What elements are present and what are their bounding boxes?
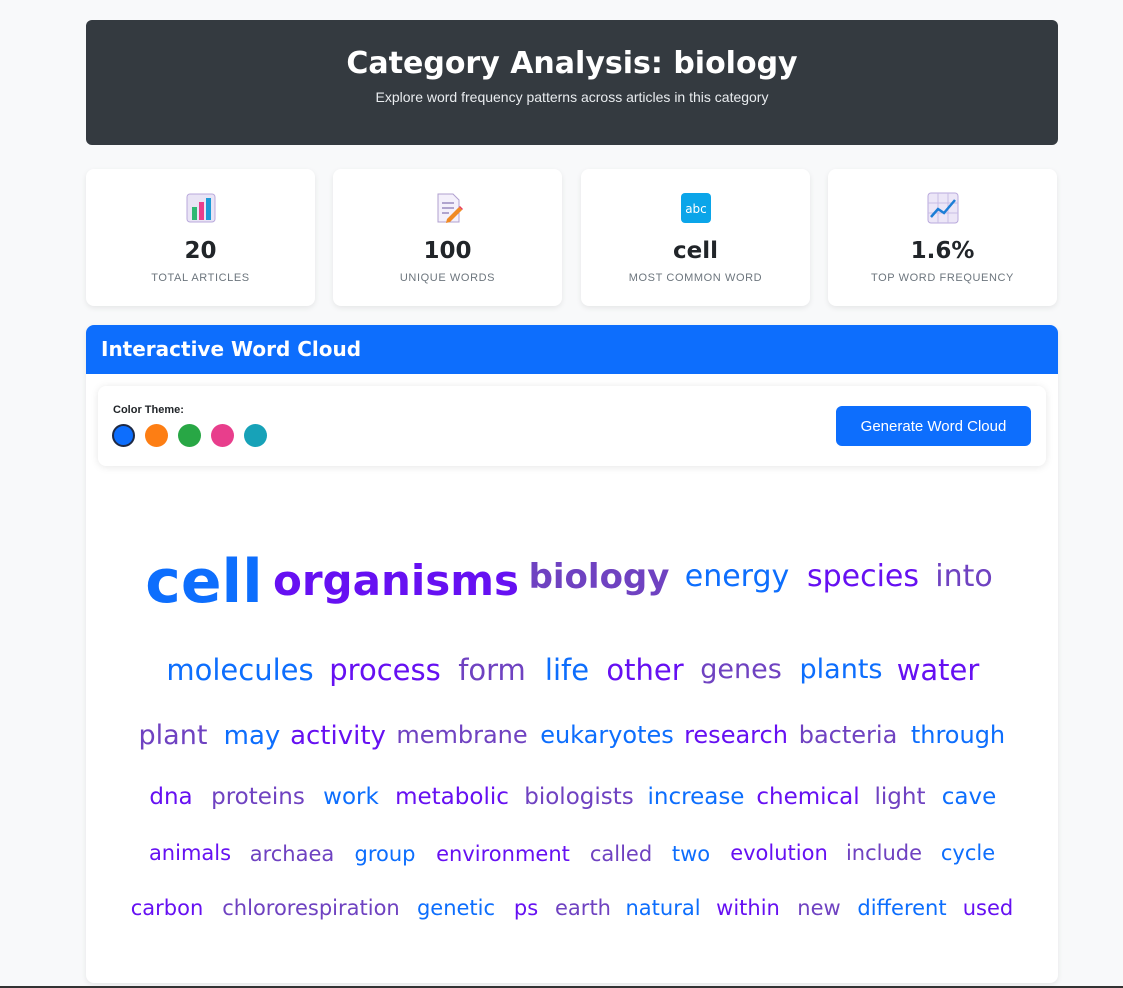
- cloud-word[interactable]: plants: [800, 656, 883, 683]
- cloud-word[interactable]: life: [545, 656, 589, 685]
- cloud-word[interactable]: energy: [685, 562, 790, 592]
- memo-icon: [437, 193, 463, 223]
- stat-card-unique-words: 100 Unique Words: [333, 169, 562, 306]
- cloud-word[interactable]: plant: [139, 722, 208, 749]
- stat-label: Total Articles: [151, 272, 250, 284]
- cloud-word[interactable]: water: [897, 656, 980, 685]
- stat-card-total-articles: 20 Total Articles: [86, 169, 315, 306]
- stat-label: Unique Words: [399, 272, 496, 284]
- word-cloud-card: Interactive Word Cloud Color Theme: Gene…: [86, 325, 1058, 983]
- cloud-word[interactable]: dna: [149, 786, 192, 809]
- stat-card-most-common-word: abc cell Most Common Word: [581, 169, 810, 306]
- cloud-word[interactable]: cell: [145, 552, 262, 612]
- stat-card-top-word-frequency: 1.6% Top Word Frequency: [828, 169, 1057, 306]
- stat-value: cell: [672, 238, 718, 264]
- cloud-word[interactable]: proteins: [211, 786, 305, 809]
- cloud-word[interactable]: membrane: [396, 723, 527, 747]
- cloud-word[interactable]: chemical: [756, 786, 859, 809]
- cloud-word[interactable]: new: [797, 898, 840, 919]
- cloud-word[interactable]: within: [716, 898, 780, 919]
- cloud-word[interactable]: genes: [700, 656, 782, 683]
- word-cloud: cell organisms biology energy species into mol…: [86, 325, 1058, 983]
- stat-value: 1.6%: [910, 238, 975, 264]
- cloud-word[interactable]: eukaryotes: [540, 723, 674, 747]
- cloud-word[interactable]: bacteria: [799, 723, 898, 747]
- cloud-word[interactable]: different: [857, 898, 946, 919]
- cloud-word[interactable]: evolution: [730, 843, 828, 864]
- cloud-word[interactable]: earth: [555, 898, 611, 919]
- cloud-word[interactable]: into: [935, 562, 992, 592]
- stat-label: Most Common Word: [628, 272, 763, 284]
- svg-text:abc: abc: [685, 202, 707, 216]
- cloud-word[interactable]: research: [684, 723, 788, 747]
- cloud-word[interactable]: biologists: [524, 786, 634, 809]
- cloud-word[interactable]: may: [224, 723, 281, 749]
- cloud-word[interactable]: activity: [290, 723, 386, 749]
- cloud-word[interactable]: chlororespiration: [222, 898, 400, 919]
- cloud-word[interactable]: work: [323, 786, 379, 809]
- stat-value: 100: [423, 238, 472, 264]
- bar-chart-icon: [186, 193, 215, 223]
- page-title: Category Analysis: biology: [346, 46, 798, 81]
- cloud-word[interactable]: cave: [942, 786, 997, 809]
- cloud-word[interactable]: light: [875, 786, 926, 809]
- cloud-word[interactable]: genetic: [417, 898, 495, 919]
- cloud-word[interactable]: used: [963, 898, 1014, 919]
- cloud-word[interactable]: process: [329, 656, 440, 685]
- cloud-word[interactable]: increase: [648, 786, 745, 809]
- stat-value: 20: [184, 238, 217, 264]
- cloud-word[interactable]: natural: [625, 898, 700, 919]
- abc-icon: abc: [680, 193, 711, 223]
- cloud-word[interactable]: biology: [529, 560, 670, 594]
- cloud-word[interactable]: cycle: [941, 843, 995, 864]
- cloud-word[interactable]: archaea: [250, 844, 335, 865]
- page-header: Category Analysis: biology Explore word …: [86, 20, 1058, 145]
- trend-chart-icon: [927, 192, 958, 224]
- stat-label: Top Word Frequency: [870, 272, 1014, 284]
- cloud-word[interactable]: environment: [436, 844, 570, 865]
- cloud-word[interactable]: metabolic: [395, 786, 509, 809]
- cloud-word[interactable]: other: [606, 656, 683, 685]
- cloud-word[interactable]: molecules: [166, 656, 313, 685]
- cloud-word[interactable]: ps: [514, 898, 538, 919]
- cloud-word[interactable]: species: [807, 562, 919, 592]
- cloud-word[interactable]: carbon: [131, 898, 204, 919]
- cloud-word[interactable]: group: [355, 844, 416, 865]
- cloud-word[interactable]: through: [911, 723, 1005, 747]
- cloud-word[interactable]: organisms: [273, 560, 519, 602]
- cloud-word[interactable]: animals: [149, 843, 231, 864]
- cloud-word[interactable]: called: [590, 844, 652, 865]
- cloud-word[interactable]: include: [846, 843, 922, 864]
- cloud-word[interactable]: form: [458, 656, 526, 685]
- cloud-word[interactable]: two: [672, 844, 710, 865]
- page-subtitle: Explore word frequency patterns across a…: [375, 89, 769, 105]
